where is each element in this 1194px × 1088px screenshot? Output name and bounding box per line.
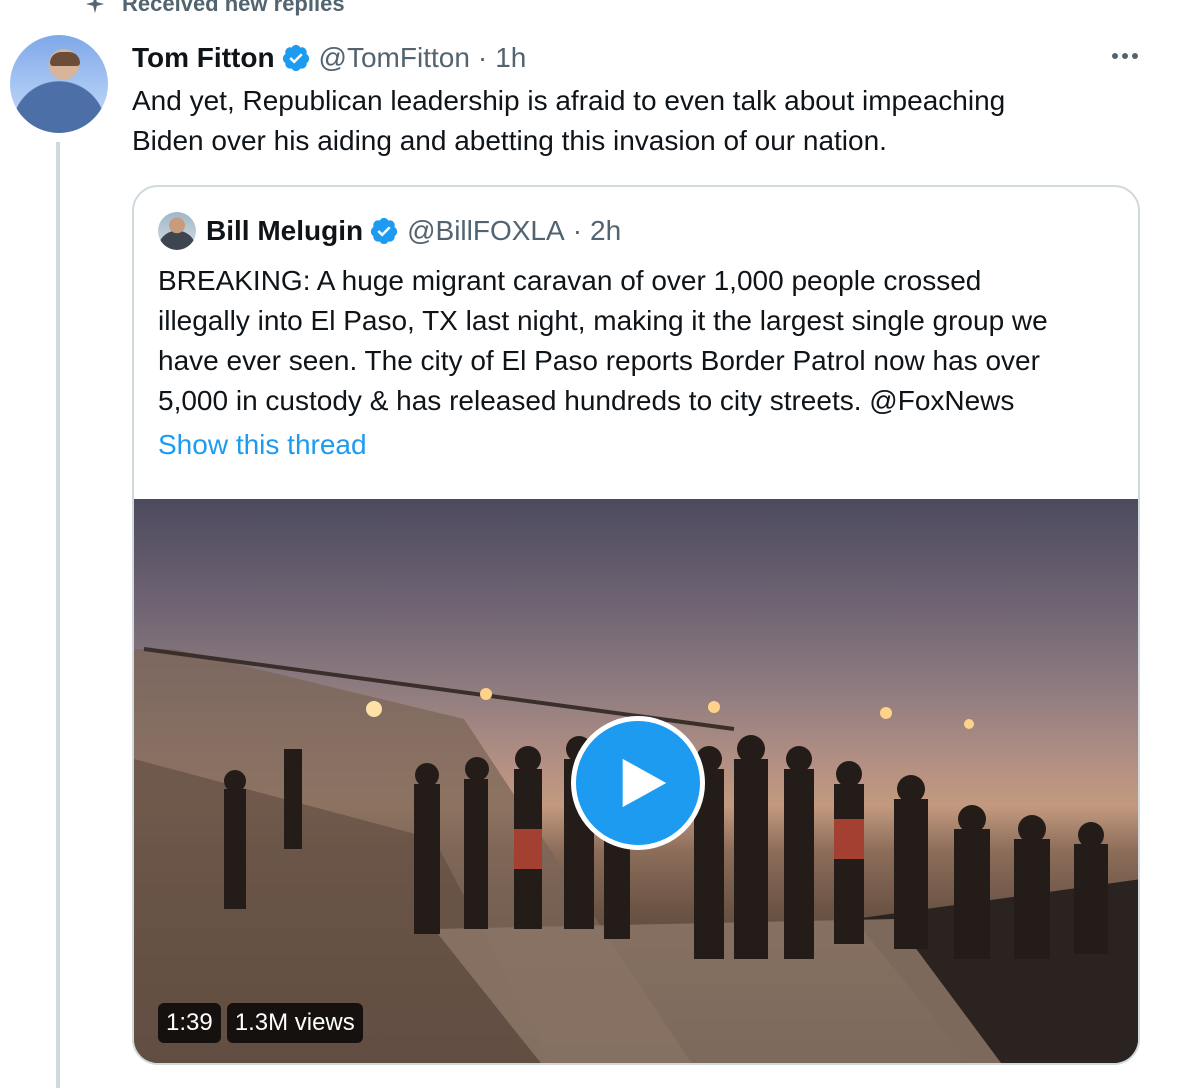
video-duration: 1:39 (158, 1003, 221, 1043)
quoted-tweet-header: Bill Melugin @BillFOXLA · 2h (158, 211, 621, 251)
quoted-timestamp[interactable]: 2h (590, 215, 621, 247)
avatar[interactable] (10, 35, 108, 133)
video-meta: 1:39 1.3M views (158, 1003, 363, 1043)
sparkle-icon (85, 0, 105, 14)
received-new-replies-label: Received new replies (122, 0, 345, 16)
tweet-header: Tom Fitton @TomFitton · 1h (132, 38, 526, 78)
video-player[interactable]: 1:39 1.3M views (134, 499, 1138, 1063)
show-this-thread-link[interactable]: Show this thread (158, 429, 367, 461)
more-options-button[interactable] (1105, 44, 1145, 68)
dot (1112, 53, 1118, 59)
display-name[interactable]: Tom Fitton (132, 42, 275, 74)
view-count: 1.3M views (226, 1003, 363, 1043)
tweet-text: And yet, Republican leadership is afraid… (132, 85, 1006, 156)
quoted-tweet-card[interactable]: Bill Melugin @BillFOXLA · 2h BREAKING: A… (132, 185, 1140, 1065)
quoted-avatar[interactable] (158, 212, 196, 250)
play-button[interactable] (571, 716, 705, 850)
thread-connector-line (56, 142, 60, 1088)
quoted-tweet-text: BREAKING: A huge migrant caravan of over… (158, 265, 1048, 416)
separator-dot: · (572, 215, 583, 246)
verified-badge-icon (370, 217, 398, 245)
verified-badge-icon (282, 44, 309, 72)
received-new-replies-notice[interactable]: Received new replies (84, 0, 345, 18)
avatar-hair (50, 52, 80, 66)
timestamp[interactable]: 1h (495, 42, 526, 74)
play-icon (622, 758, 667, 808)
quoted-handle[interactable]: @BillFOXLA (407, 215, 565, 247)
quoted-display-name[interactable]: Bill Melugin (206, 215, 363, 247)
dot (1122, 53, 1128, 59)
separator-dot: · (477, 42, 488, 73)
dot (1132, 53, 1138, 59)
handle[interactable]: @TomFitton (319, 42, 470, 74)
